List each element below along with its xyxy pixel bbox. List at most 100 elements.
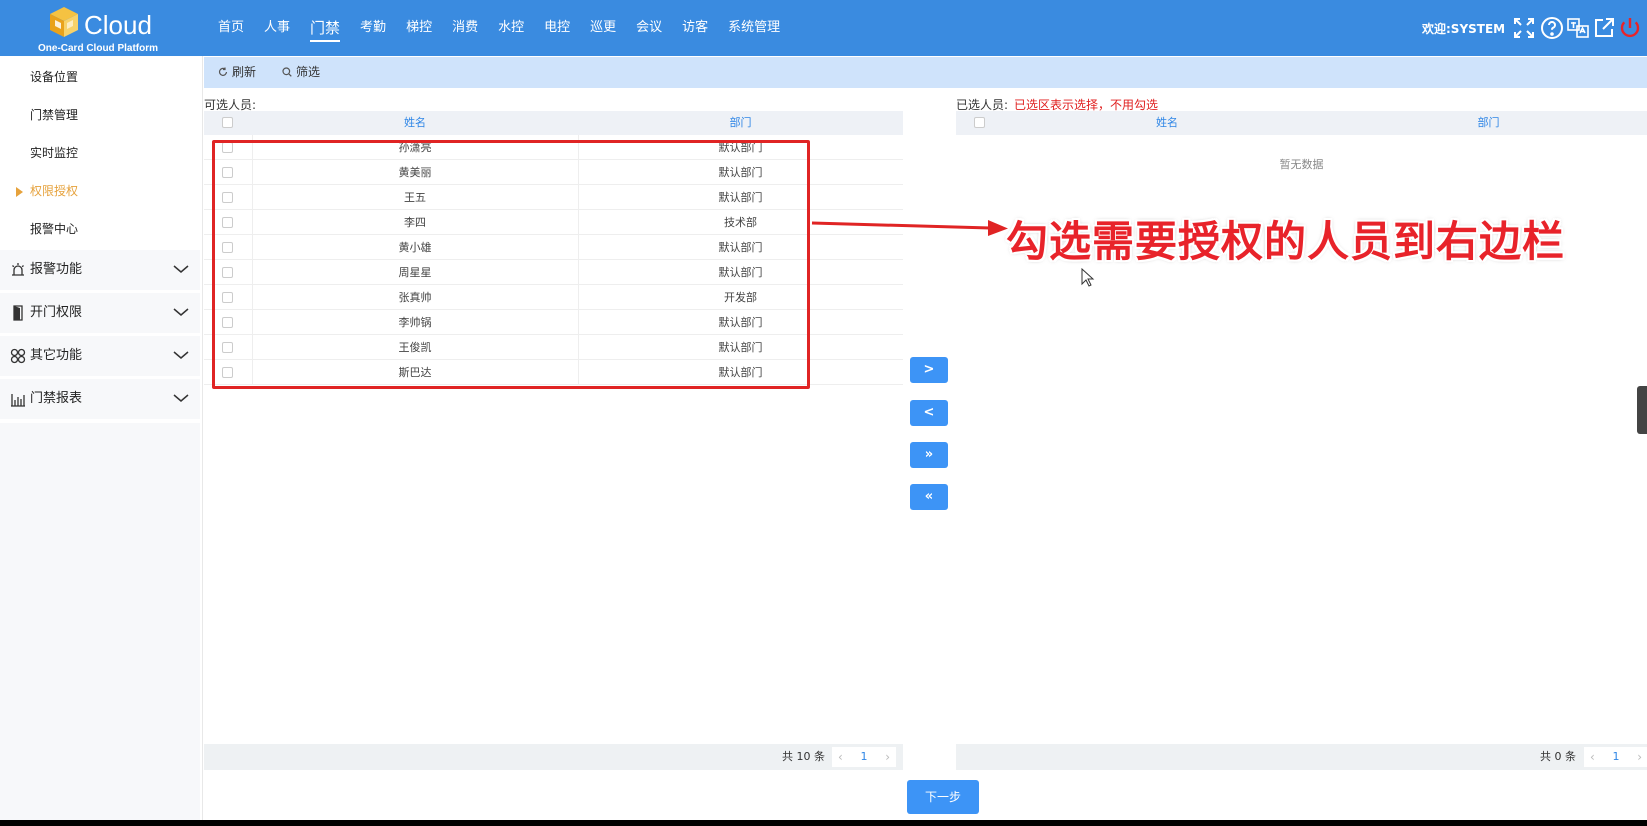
row-checkbox[interactable] [222, 317, 233, 328]
translate-icon[interactable] [1566, 16, 1590, 40]
row-checkbox[interactable] [222, 342, 233, 353]
table-row[interactable]: 张真帅 开发部 [204, 285, 903, 310]
main-nav: 首页 人事 门禁 考勤 梯控 消费 水控 电控 巡更 会议 访客 系统管理 [208, 0, 790, 56]
table-row[interactable]: 周星星 默认部门 [204, 260, 903, 285]
nav-consumption[interactable]: 消费 [442, 0, 488, 56]
sidebar-item-device-location[interactable]: 设备位置 [0, 58, 200, 96]
sidebar-item-permission-authorization[interactable]: 权限授权 [0, 172, 200, 210]
app-window: Cloud One-Card Cloud Platform 首页 人事 门禁 考… [0, 0, 1647, 820]
report-icon [11, 394, 25, 407]
row-checkbox[interactable] [222, 217, 233, 228]
right-pagination: 共 0 条 ‹ 1 › [956, 744, 1647, 770]
chevron-down-icon [173, 265, 189, 273]
move-left-button[interactable]: < [910, 400, 948, 426]
row-checkbox[interactable] [222, 242, 233, 253]
sidebar-group-label: 门禁报表 [30, 391, 83, 406]
sidebar-item-alarm-center[interactable]: 报警中心 [0, 210, 200, 248]
nav-water[interactable]: 水控 [488, 0, 534, 56]
sidebar-item-realtime-monitor[interactable]: 实时监控 [0, 134, 200, 172]
cell-name: 王俊凯 [398, 341, 432, 354]
nav-electric[interactable]: 电控 [534, 0, 580, 56]
brand-subtitle: One-Card Cloud Platform [38, 43, 159, 54]
nav-system[interactable]: 系统管理 [718, 0, 790, 56]
table-row[interactable]: 孙潇亮 默认部门 [204, 135, 903, 160]
table-row[interactable]: 王五 默认部门 [204, 185, 903, 210]
cell-department: 默认部门 [718, 316, 763, 329]
nav-hr[interactable]: 人事 [254, 0, 300, 56]
welcome-text: 欢迎:SYSTEM [1422, 22, 1506, 36]
available-people-table: 姓名 部门 孙潇亮 默认部门 黄美丽 默认部门 王五 默认部门 李四 技术部 黄小雄 默认部门 周星… [204, 111, 903, 771]
cell-name: 王五 [404, 191, 426, 204]
table-row[interactable]: 斯巴达 默认部门 [204, 360, 903, 385]
external-link-icon[interactable] [1592, 16, 1616, 40]
sidebar-group-alarm[interactable]: 报警功能 [0, 250, 200, 290]
active-indicator-icon [16, 187, 23, 197]
row-checkbox[interactable] [222, 292, 233, 303]
sidebar-group-label: 报警功能 [30, 262, 83, 277]
cell-name: 黄小雄 [398, 241, 432, 254]
move-all-left-button[interactable]: « [910, 484, 948, 510]
refresh-button[interactable]: 刷新 [218, 57, 256, 88]
help-icon[interactable] [1540, 16, 1564, 40]
sidebar: 设备位置 门禁管理 实时监控 权限授权 报警中心 报警功能 开门权限 其它功能 … [0, 56, 203, 820]
cell-department: 默认部门 [718, 341, 763, 354]
nav-access-control[interactable]: 门禁 [300, 0, 350, 56]
cell-name: 黄美丽 [398, 166, 432, 179]
move-all-right-button[interactable]: » [910, 442, 948, 468]
table-row[interactable]: 李四 技术部 [204, 210, 903, 235]
cell-department: 默认部门 [718, 166, 763, 179]
sidebar-group-label: 其它功能 [30, 348, 83, 363]
power-icon[interactable] [1618, 16, 1642, 40]
pager: ‹ 1 › [1584, 747, 1647, 767]
row-checkbox[interactable] [222, 367, 233, 378]
table-row[interactable]: 李帅锅 默认部门 [204, 310, 903, 335]
next-page-icon[interactable]: › [1637, 747, 1642, 767]
side-scroll-handle[interactable] [1637, 386, 1647, 434]
nav-home[interactable]: 首页 [208, 0, 254, 56]
column-department[interactable]: 部门 [578, 111, 903, 135]
sidebar-item-label: 门禁管理 [30, 108, 79, 122]
next-step-button[interactable]: 下一步 [907, 780, 979, 814]
row-checkbox[interactable] [222, 167, 233, 178]
row-checkbox[interactable] [222, 142, 233, 153]
sidebar-item-label: 设备位置 [30, 70, 79, 84]
nav-patrol[interactable]: 巡更 [580, 0, 626, 56]
sidebar-group-other-functions[interactable]: 其它功能 [0, 336, 200, 376]
nav-meeting[interactable]: 会议 [626, 0, 672, 56]
sidebar-group-door-permission[interactable]: 开门权限 [0, 293, 200, 333]
selected-people-title: 已选人员: [956, 98, 1009, 112]
row-checkbox[interactable] [222, 192, 233, 203]
sidebar-group-label: 开门权限 [30, 305, 83, 320]
select-all-checkbox[interactable] [222, 117, 233, 128]
chevron-down-icon [173, 308, 189, 316]
cell-name: 李帅锅 [398, 316, 432, 329]
table-row[interactable]: 黄美丽 默认部门 [204, 160, 903, 185]
nav-visitor[interactable]: 访客 [672, 0, 718, 56]
column-name[interactable]: 姓名 [252, 111, 578, 135]
cell-name: 孙潇亮 [398, 141, 432, 154]
sidebar-group-access-report[interactable]: 门禁报表 [0, 379, 200, 419]
table-row[interactable]: 黄小雄 默认部门 [204, 235, 903, 260]
nav-elevator[interactable]: 梯控 [396, 0, 442, 56]
sidebar-item-access-management[interactable]: 门禁管理 [0, 96, 200, 134]
left-pagination: 共 10 条 ‹ 1 › [204, 744, 903, 770]
cell-department: 默认部门 [718, 266, 763, 279]
row-checkbox[interactable] [222, 267, 233, 278]
filter-button[interactable]: 筛选 [282, 57, 320, 88]
next-page-icon[interactable]: › [885, 747, 890, 767]
column-name[interactable]: 姓名 [1004, 111, 1330, 135]
logo: Cloud One-Card Cloud Platform [36, 4, 176, 54]
move-right-button[interactable]: > [910, 357, 948, 383]
nav-attendance[interactable]: 考勤 [350, 0, 396, 56]
toolbar: 刷新 筛选 [204, 57, 1647, 88]
column-department[interactable]: 部门 [1330, 111, 1647, 135]
pager: ‹ 1 › [832, 747, 896, 767]
door-icon [13, 305, 23, 321]
sidebar-item-label: 权限授权 [30, 184, 79, 198]
select-all-checkbox[interactable] [974, 117, 985, 128]
fullscreen-icon[interactable] [1512, 16, 1536, 40]
sidebar-item-label: 报警中心 [30, 222, 79, 236]
refresh-label: 刷新 [232, 65, 257, 79]
selected-area-note: 已选区表示选择，不用勾选 [1014, 98, 1159, 112]
table-row[interactable]: 王俊凯 默认部门 [204, 335, 903, 360]
